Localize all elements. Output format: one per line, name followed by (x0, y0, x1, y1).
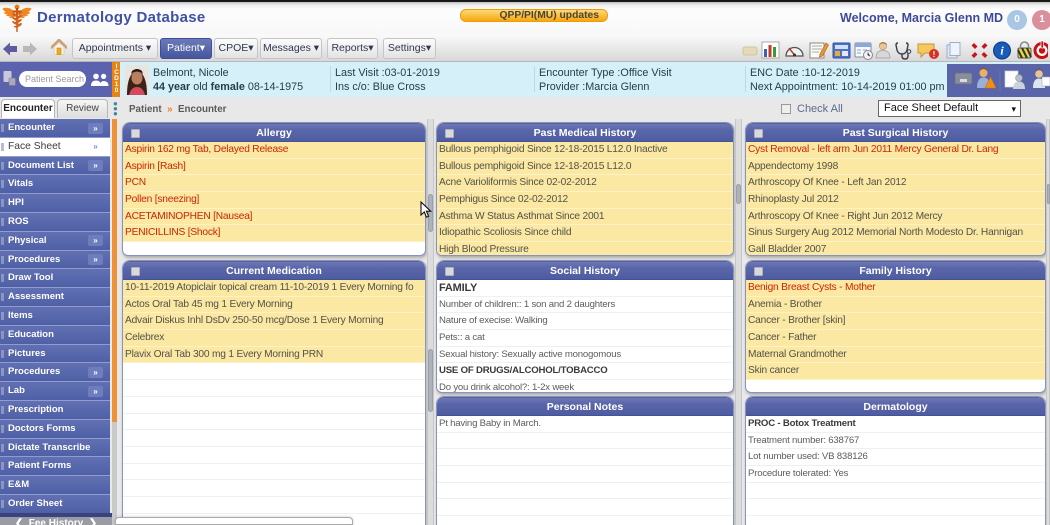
svg-text:!: ! (933, 50, 936, 59)
